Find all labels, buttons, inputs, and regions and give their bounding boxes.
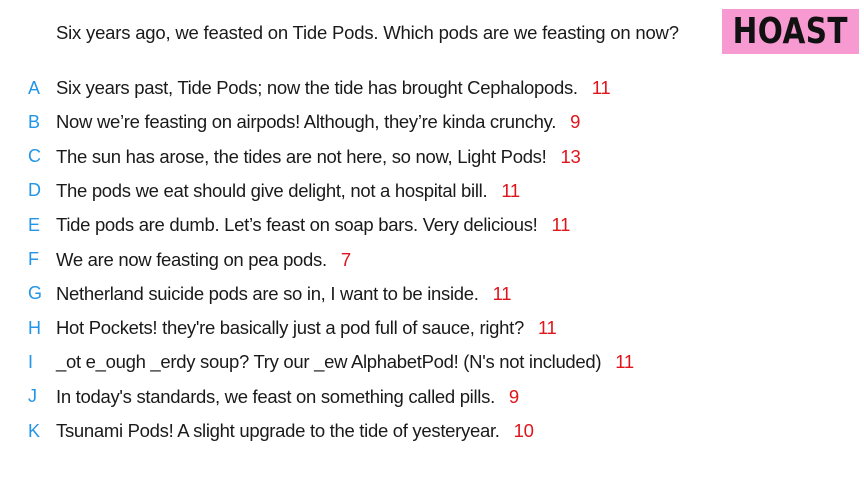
answer-text: We are now feasting on pea pods. 7: [56, 248, 351, 270]
answer-score: 11: [492, 282, 512, 304]
hoast-badge-label: HOAST: [732, 11, 849, 52]
answer-score: 7: [340, 248, 351, 270]
answer-letter: H: [28, 317, 41, 338]
answer-letter: J: [28, 386, 37, 407]
answer-text: Netherland suicide pods are so in, I wan…: [56, 282, 512, 304]
answer-text: Hot Pockets! they're basically just a po…: [56, 317, 557, 339]
answer-score: 13: [560, 145, 581, 167]
answer-text: Six years past, Tide Pods; now the tide …: [56, 77, 611, 98]
answer-text: Tsunami Pods! A slight upgrade to the ti…: [56, 420, 534, 441]
answer-score: 11: [537, 317, 557, 339]
answer-score: 11: [591, 77, 611, 98]
answer-letter: B: [28, 111, 41, 132]
answer-score: 9: [570, 111, 581, 133]
answer-letter: D: [28, 180, 41, 201]
answer-letter: G: [28, 283, 43, 304]
answer-letter: A: [28, 77, 41, 98]
answer-letter: K: [28, 420, 41, 441]
hoast-badge: HOAST: [722, 9, 859, 54]
answer-score: 9: [508, 385, 519, 407]
answer-score: 10: [513, 420, 534, 441]
answer-letter: E: [28, 214, 41, 235]
answer-text: Tide pods are dumb. Let’s feast on soap …: [56, 214, 571, 236]
answer-text: _ot e_ough _erdy soup? Try our _ew Alpha…: [56, 351, 634, 373]
answer-text: Now we’re feasting on airpods! Although,…: [56, 111, 581, 133]
answer-score: 11: [551, 214, 571, 236]
answer-score: 11: [501, 179, 520, 201]
answer-score: 11: [615, 351, 634, 373]
answer-letter: F: [28, 249, 39, 269]
answer-letter: C: [28, 146, 41, 167]
answer-letter: I: [28, 351, 34, 372]
question-prompt: Six years ago, we feasted on Tide Pods. …: [56, 22, 679, 43]
answer-text: The sun has arose, the tides are not her…: [56, 145, 581, 167]
answer-text: In today's standards, we feast on someth…: [56, 385, 519, 407]
answer-text: The pods we eat should give delight, not…: [56, 179, 520, 201]
